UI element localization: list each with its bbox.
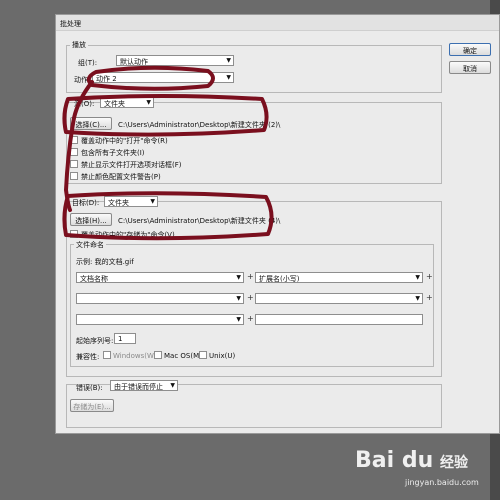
brand-text: 经验	[440, 455, 468, 471]
annotation-connector-curve	[64, 80, 94, 212]
watermark-url: jingyan.baidu.com	[405, 478, 479, 487]
annotation-action-ellipse	[86, 65, 215, 91]
baidu-logo: Bai du	[355, 448, 434, 473]
annotation-overlay	[62, 65, 274, 241]
annotation-source-box	[62, 94, 269, 137]
annotation-destination-box	[62, 191, 274, 241]
